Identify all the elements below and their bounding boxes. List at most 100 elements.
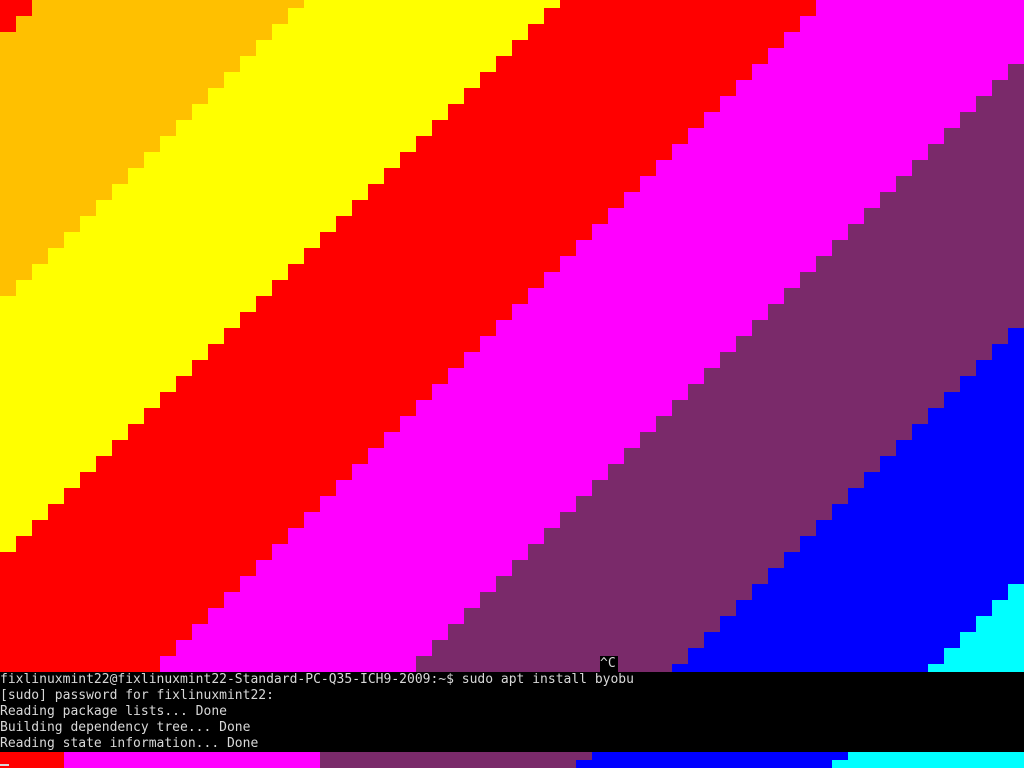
- rainbow-block: [368, 192, 624, 200]
- rainbow-block: [432, 120, 704, 128]
- rainbow-block: [0, 88, 208, 96]
- rainbow-block: [400, 416, 656, 424]
- output-reading-package-lists: Reading package lists... Done: [0, 704, 1024, 720]
- rainbow-block: [240, 320, 496, 328]
- rainbow-block: [416, 408, 672, 416]
- rainbow-block: [240, 312, 512, 320]
- rainbow-block: [240, 576, 496, 584]
- rainbow-block: [0, 320, 240, 328]
- rainbow-block: [64, 232, 320, 240]
- rainbow-block: [240, 64, 496, 72]
- rainbow-block: [1008, 64, 1024, 72]
- rainbow-block: [192, 368, 448, 376]
- rainbow-block: [16, 24, 272, 32]
- rainbow-block: [0, 224, 80, 232]
- rainbow-block: [384, 432, 640, 440]
- rainbow-block: [176, 384, 432, 392]
- rainbow-block: [592, 224, 848, 232]
- rainbow-block: [256, 560, 512, 568]
- rainbow-block: [432, 392, 688, 400]
- rainbow-block: [864, 208, 1024, 216]
- rainbow-block: [224, 328, 496, 336]
- rainbow-block: [896, 184, 1024, 192]
- rainbow-block: [688, 648, 944, 656]
- rainbow-block: [976, 624, 1024, 632]
- rainbow-block: [0, 264, 32, 272]
- rainbow-block: [880, 456, 1024, 464]
- rainbow-block: [240, 584, 496, 592]
- rainbow-block: [624, 456, 880, 464]
- rainbow-block: [0, 232, 64, 240]
- rainbow-block: [992, 600, 1024, 608]
- rainbow-block: [0, 240, 64, 248]
- rainbow-block: [0, 16, 16, 24]
- rainbow-block: [0, 544, 16, 552]
- rainbow-block: [544, 528, 816, 536]
- rainbow-block: [976, 360, 1024, 368]
- rainbow-block: [160, 392, 432, 400]
- rainbow-block: [0, 168, 128, 176]
- rainbow-block: [96, 456, 368, 464]
- rainbow-block: [512, 312, 768, 320]
- rainbow-block: [848, 232, 1024, 240]
- terminal-output: ^C fixlinuxmint22@fixlinuxmint22-Standar…: [0, 656, 1024, 768]
- rainbow-block: [0, 368, 192, 376]
- rainbow-block: [0, 504, 48, 512]
- rainbow-block: [0, 192, 112, 200]
- rainbow-block: [880, 464, 1024, 472]
- rainbow-block: [0, 136, 160, 144]
- rainbow-block: [832, 248, 1024, 256]
- rainbow-block: [992, 608, 1024, 616]
- rainbow-block: [192, 624, 448, 632]
- rainbow-block: [224, 592, 480, 600]
- rainbow-block: [912, 168, 1024, 176]
- rainbow-block: [864, 480, 1024, 488]
- rainbow-block: [704, 120, 960, 128]
- rainbow-block: [688, 128, 944, 136]
- rainbow-block: [176, 640, 432, 648]
- rainbow-block: [432, 648, 688, 656]
- rainbow-block: [272, 544, 528, 552]
- rainbow-block: [32, 264, 288, 272]
- rainbow-block: [912, 160, 1024, 168]
- rainbow-block: [480, 72, 752, 80]
- rainbow-block: [96, 208, 352, 216]
- rainbow-block: [352, 472, 608, 480]
- rainbow-block: [0, 632, 192, 640]
- rainbow-block: [336, 488, 592, 496]
- rainbow-block: [464, 352, 720, 360]
- rainbow-block: [304, 512, 560, 520]
- rainbow-block: [368, 448, 624, 456]
- rainbow-block: [576, 248, 832, 256]
- rainbow-block: [720, 104, 976, 112]
- rainbow-block: [0, 624, 192, 632]
- rainbow-block: [80, 472, 352, 480]
- rainbow-block: [320, 232, 592, 240]
- rainbow-block: [704, 632, 960, 640]
- rainbow-block: [0, 288, 16, 296]
- rainbow-block: [224, 80, 480, 88]
- rainbow-block: [720, 624, 976, 632]
- rainbow-block: [288, 536, 544, 544]
- rainbow-block: [816, 520, 1024, 528]
- rainbow-block: [32, 272, 288, 280]
- rainbow-block: [512, 304, 768, 312]
- rainbow-block: [192, 632, 448, 640]
- command-prompt-line: fixlinuxmint22@fixlinuxmint22-Standard-P…: [0, 672, 1024, 688]
- rainbow-block: [0, 280, 16, 288]
- rainbow-block: [752, 328, 1008, 336]
- rainbow-block: [208, 344, 480, 352]
- rainbow-block: [464, 360, 720, 368]
- rainbow-block: [32, 8, 288, 16]
- rainbow-block: [640, 176, 896, 184]
- rainbow-block: [0, 576, 240, 584]
- rainbow-block: [976, 368, 1024, 376]
- rainbow-block: [0, 256, 48, 264]
- rainbow-block: [496, 320, 752, 328]
- rainbow-block: [1008, 584, 1024, 592]
- rainbow-block: [0, 112, 192, 120]
- rainbow-block: [736, 608, 992, 616]
- rainbow-block: [576, 504, 832, 512]
- rainbow-block: [672, 152, 928, 160]
- rainbow-block: [800, 280, 1024, 288]
